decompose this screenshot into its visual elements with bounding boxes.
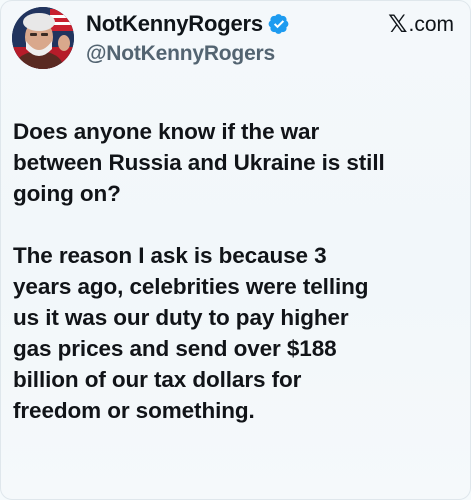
author-info: NotKennyRogers @NotKennyRogers <box>86 11 336 66</box>
tweet-paragraph: The reason I ask is because 3 years ago,… <box>13 240 453 426</box>
post-header: NotKennyRogers @NotKennyRogers 𝕏 .com <box>12 7 462 73</box>
display-name-row: NotKennyRogers <box>86 11 336 37</box>
tweet-paragraph: Does anyone know if the war between Russ… <box>13 116 453 209</box>
tweet-line: us it was our duty to pay higher <box>13 305 349 330</box>
x-com-label: 𝕏 .com <box>388 13 454 37</box>
verified-badge-icon <box>268 13 290 35</box>
tweet-line: Does anyone know if the war <box>13 119 320 144</box>
author-handle[interactable]: @NotKennyRogers <box>86 42 336 66</box>
tweet-text: Does anyone know if the war between Russ… <box>13 116 453 426</box>
tweet-line: freedom or something. <box>13 398 255 423</box>
tweet-line: going on? <box>13 181 121 206</box>
avatar-image <box>12 7 74 69</box>
tweet-line: billion of our tax dollars for <box>13 367 302 392</box>
tweet-line: years ago, celebrities were telling <box>13 274 369 299</box>
post-card: NotKennyRogers @NotKennyRogers 𝕏 .com Do… <box>0 0 471 500</box>
display-name[interactable]: NotKennyRogers <box>86 11 263 37</box>
x-logo-icon: 𝕏 <box>388 11 408 38</box>
avatar[interactable] <box>12 7 74 69</box>
tweet-line: gas prices and send over $188 <box>13 336 337 361</box>
tweet-line: The reason I ask is because 3 <box>13 243 327 268</box>
tweet-line: between Russia and Ukraine is still <box>13 150 385 175</box>
site-domain: .com <box>408 13 454 36</box>
